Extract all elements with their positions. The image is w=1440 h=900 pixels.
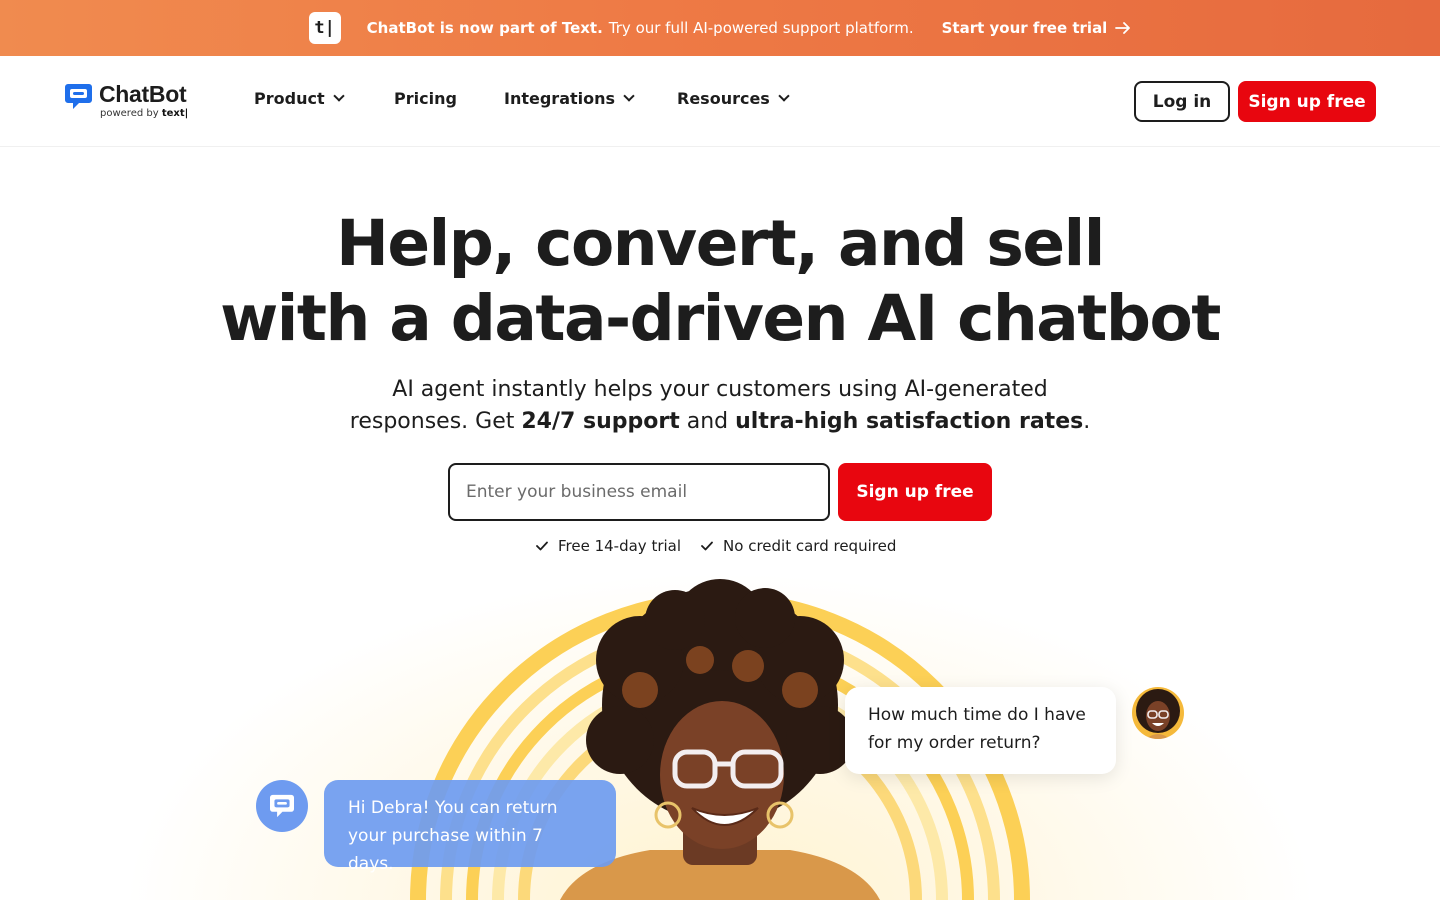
banner-message: Try our full AI-powered support platform… [608, 19, 914, 37]
powered-by-brand: text| [161, 108, 189, 119]
arrow-right-icon [1115, 22, 1131, 34]
user-message-bubble: How much time do I have for my order ret… [845, 687, 1116, 774]
nav-item-label: Product [254, 89, 325, 108]
chat-bubble-icon [270, 794, 294, 818]
bot-message-bubble: Hi Debra! You can return your purchase w… [324, 780, 616, 874]
perk-label: Free 14-day trial [558, 537, 682, 555]
smiling-woman-image [410, 579, 1030, 900]
hero-subtitle: AI agent instantly helps your customers … [0, 374, 1440, 438]
powered-by: powered by text| [100, 108, 188, 119]
user-avatar [1132, 687, 1184, 739]
nav-item-label: Integrations [504, 89, 616, 108]
checkmark-icon [536, 541, 548, 551]
chatbot-logo[interactable]: ChatBot powered by text| [64, 81, 204, 123]
hero-subtitle-and: and [686, 409, 729, 434]
nav-item-label: Resources [677, 89, 770, 108]
powered-by-prefix: powered by [100, 108, 159, 119]
nav-item-product[interactable]: Product [254, 89, 345, 108]
hero-illustration [0, 570, 1440, 900]
hero-signup-button[interactable]: Sign up free [838, 463, 992, 521]
text-logo-icon: t| [308, 12, 341, 44]
chevron-down-icon [623, 90, 635, 102]
checkmark-icon [701, 541, 713, 551]
announcement-banner: t| ChatBot is now part of Text. Try our … [0, 0, 1440, 56]
signup-button[interactable]: Sign up free [1238, 81, 1376, 122]
start-free-trial-link[interactable]: Start your free trial [942, 19, 1132, 37]
perk-item: Free 14-day trial [536, 537, 681, 555]
chevron-down-icon [778, 90, 790, 102]
brand-name: ChatBot [99, 81, 187, 107]
nav-item-label: Pricing [394, 89, 457, 108]
chevron-down-icon [332, 90, 345, 102]
nav-item-integrations[interactable]: Integrations [504, 89, 635, 108]
signup-perks: Free 14-day trial No credit card require… [536, 537, 896, 555]
hero-subtitle-end: . [1083, 409, 1091, 434]
hero-subtitle-line-1: AI agent instantly helps your customers … [392, 377, 1048, 402]
login-button[interactable]: Log in [1134, 81, 1230, 122]
chat-bubble-logo-icon [65, 84, 92, 109]
hero-title-line-1: Help, convert, and sell [336, 207, 1105, 280]
perk-label: No credit card required [723, 537, 897, 555]
user-avatar-image [1132, 687, 1184, 739]
hero-subtitle-prefix: responses. Get [349, 409, 515, 434]
nav-item-pricing[interactable]: Pricing [394, 89, 457, 108]
hero-title: Help, convert, and sell with a data-driv… [0, 206, 1440, 356]
main-navigation: ChatBot powered by text| Product Pricing… [0, 56, 1440, 147]
text-logo-glyph: t| [314, 18, 335, 38]
chatbot-avatar [256, 780, 308, 832]
perk-item: No credit card required [701, 537, 896, 555]
hero-subtitle-highlight-satisfaction: ultra-high satisfaction rates [735, 409, 1084, 434]
hero-title-line-2: with a data-driven AI chatbot [220, 282, 1221, 355]
start-free-trial-label: Start your free trial [941, 19, 1108, 37]
hero-subtitle-highlight-support: 24/7 support [521, 409, 680, 434]
nav-item-resources[interactable]: Resources [677, 89, 790, 108]
banner-headline: ChatBot is now part of Text. [366, 19, 603, 37]
business-email-input[interactable] [448, 463, 830, 521]
